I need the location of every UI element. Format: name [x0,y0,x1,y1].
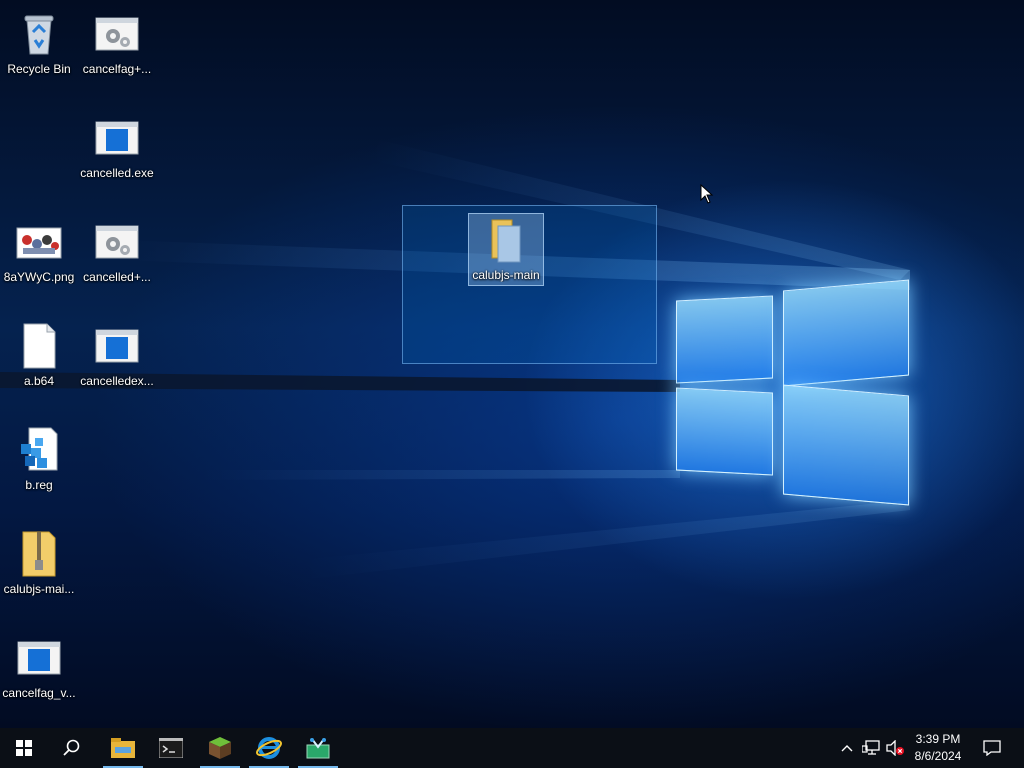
minecraft-icon [209,737,231,759]
notification-icon [983,740,1001,756]
exe-window-icon [93,322,141,370]
exe-gears-icon [93,10,141,58]
start-icon [16,740,32,756]
taskbar-app-command-prompt[interactable] [147,728,195,768]
volume-muted-icon [886,740,904,756]
exe-gears-icon [93,218,141,266]
desktop-icon-label: cancelledex... [80,374,154,388]
show-hidden-icons-button[interactable] [838,728,856,768]
desktop-icon-cancelled[interactable]: cancelled+... [79,212,155,284]
registry-file-icon [15,426,63,474]
chevron-up-icon [841,745,853,752]
desktop-icon-label: 8aYWyC.png [3,270,75,284]
exe-window-icon [93,114,141,162]
desktop-background[interactable]: Recycle Bin cancelfag+... cancelled.exe [0,0,1024,728]
desktop-icon-calubjs-zip[interactable]: calubjs-mai... [1,524,77,596]
action-center-button[interactable] [972,728,1012,768]
zip-folder-icon [15,530,63,578]
blank-file-icon [15,322,63,370]
network-tray-button[interactable] [860,728,882,768]
desktop-icon-label: cancelled.exe [80,166,154,180]
volume-tray-button[interactable] [884,728,906,768]
start-button[interactable] [0,728,48,768]
desktop-icon-cancelledex[interactable]: cancelledex... [79,316,155,388]
desktop-icon-b-reg[interactable]: b.reg [1,420,77,492]
desktop-icon-label: calubjs-mai... [3,582,75,596]
dragged-folder-calubjs-main[interactable]: calubjs-main [468,213,544,286]
snipping-tool-icon [306,738,330,759]
internet-explorer-icon [256,737,282,759]
clock-time: 3:39 PM [915,732,961,746]
desktop-icon-label: cancelfag_v... [2,686,76,700]
desktop-icon-cancelled-exe[interactable]: cancelled.exe [79,108,155,180]
clock-date: 8/6/2024 [914,749,962,763]
folder-icon [482,216,530,264]
desktop-icon-a-b64[interactable]: a.b64 [1,316,77,388]
image-file-icon [15,218,63,266]
taskbar-app-file-explorer[interactable] [99,728,147,768]
taskbar: 3:39 PM 8/6/2024 [0,728,1024,768]
desktop-icon-png[interactable]: 8aYWyC.png [1,212,77,284]
taskbar-app-snipping-tool[interactable] [294,728,342,768]
clock[interactable]: 3:39 PM 8/6/2024 [908,731,968,765]
desktop-icon-label: cancelfag+... [82,62,152,76]
command-prompt-icon [159,738,183,758]
desktop-icon-label: Recycle Bin [7,62,71,76]
desktop-icon-recycle-bin[interactable]: Recycle Bin [1,4,77,76]
network-icon [862,740,880,755]
search-button[interactable] [48,728,96,768]
recycle-bin-icon [15,10,63,58]
file-explorer-icon [111,738,135,758]
exe-window-icon [15,634,63,682]
desktop-icon-label: calubjs-main [472,268,540,282]
desktop-icon-label: a.b64 [23,374,55,388]
search-icon [63,739,80,756]
desktop-icon-label: b.reg [25,478,53,492]
taskbar-app-internet-explorer[interactable] [245,728,293,768]
desktop-icon-cancelfag[interactable]: cancelfag+... [79,4,155,76]
desktop-icon-cancelfag-v[interactable]: cancelfag_v... [1,628,77,700]
desktop-icon-label: cancelled+... [83,270,151,284]
taskbar-app-minecraft[interactable] [196,728,244,768]
mouse-cursor-icon [700,184,714,204]
